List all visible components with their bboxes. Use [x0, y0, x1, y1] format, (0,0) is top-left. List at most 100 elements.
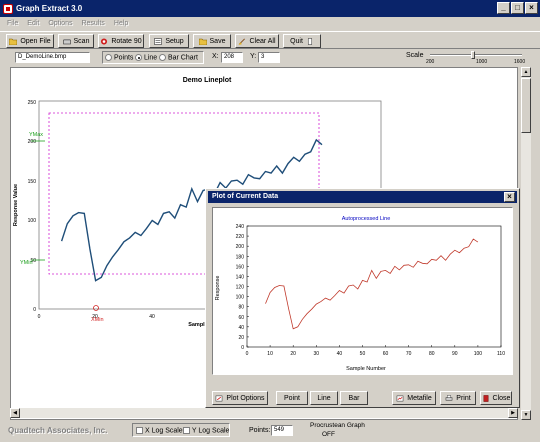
- dialog-ytick: 20: [238, 335, 244, 341]
- bar-button[interactable]: Bar: [340, 391, 368, 405]
- mode-line-option[interactable]: Line: [135, 54, 157, 61]
- ylog-option[interactable]: Y Log Scale: [183, 427, 229, 434]
- main-xtick: 40: [149, 314, 155, 320]
- dialog-xtick: 80: [429, 351, 435, 357]
- log-scale-group: X Log Scale Y Log Scale: [132, 423, 230, 437]
- xmin-marker[interactable]: [93, 305, 99, 311]
- dialog-ytick: 0: [241, 345, 244, 351]
- plot-options-button[interactable]: Plot Options: [212, 391, 268, 405]
- plot-options-label: Plot Options: [226, 394, 265, 402]
- points-radio[interactable]: [105, 54, 112, 61]
- scroll-up-icon[interactable]: ▲: [521, 67, 531, 77]
- ylog-label: Y Log Scale: [191, 427, 230, 435]
- dialog-ytick: 180: [236, 254, 245, 260]
- company-name: Quadtech Associates, Inc.: [8, 426, 108, 435]
- vertical-scrollbar[interactable]: ▲ ▼: [521, 67, 531, 420]
- dialog-xlabel: Sample Number: [346, 366, 386, 372]
- x-coord-field[interactable]: 208: [221, 52, 243, 63]
- ymin-label: YMin: [20, 260, 33, 266]
- ymax-label: YMax: [29, 132, 43, 138]
- y-coord-field[interactable]: 3: [258, 52, 280, 63]
- dialog-axes: 0 20 40 60 80 100 120 140 160 180 200 220 240 0 10 20 30…: [236, 224, 506, 357]
- menu-file[interactable]: File: [7, 20, 18, 27]
- line-label: Line: [143, 54, 158, 62]
- ylog-checkbox[interactable]: [183, 427, 190, 434]
- main-ytick: 150: [28, 179, 37, 185]
- dialog-ytick: 160: [236, 264, 245, 270]
- dialog-xtick: 40: [337, 351, 343, 357]
- minimize-button[interactable]: _: [497, 2, 510, 14]
- xlog-option[interactable]: X Log Scale: [136, 427, 183, 434]
- exit-door-icon: [483, 394, 488, 402]
- folder-open-icon: [198, 38, 207, 45]
- print-button[interactable]: Print: [440, 391, 476, 405]
- procrustean-label: Procrustean Graph: [310, 422, 365, 429]
- menu-options[interactable]: Options: [48, 20, 72, 27]
- x-coord-label: X:: [212, 53, 219, 60]
- mode-bar-option[interactable]: Bar Chart: [159, 54, 198, 61]
- bar-radio[interactable]: [159, 54, 166, 61]
- settings-icon: [216, 395, 223, 401]
- rotate-button[interactable]: Rotate 90: [98, 34, 144, 48]
- vertical-scroll-thumb[interactable]: [521, 78, 531, 133]
- scroll-down-icon[interactable]: ▼: [521, 410, 531, 420]
- dialog-title-bar[interactable]: Plot of Current Data ×: [208, 191, 517, 203]
- line-button[interactable]: Line: [310, 391, 338, 405]
- main-ytick: 200: [28, 139, 37, 145]
- scale-tick-min: 200: [426, 59, 435, 65]
- scan-label: Scan: [73, 37, 90, 45]
- main-chart-title: Demo Lineplot: [183, 77, 232, 84]
- quit-label: Quit: [290, 37, 303, 45]
- dialog-close-icon[interactable]: ×: [504, 192, 515, 202]
- scale-slider-thumb[interactable]: [471, 51, 475, 59]
- save-button[interactable]: Save: [193, 34, 231, 48]
- main-xtick: 0: [38, 314, 41, 320]
- title-bar[interactable]: Graph Extract 3.0 _ □ ×: [0, 0, 540, 17]
- dialog-ytick: 220: [236, 234, 245, 240]
- quit-button[interactable]: Quit: [283, 34, 321, 48]
- open-file-button[interactable]: Open File: [6, 34, 54, 48]
- xlog-label: X Log Scale: [144, 427, 183, 435]
- metafile-button[interactable]: Metafile: [392, 391, 436, 405]
- plot-dialog: Plot of Current Data × Autoprocessed Lin…: [205, 188, 520, 408]
- mode-points-option[interactable]: Points: [105, 54, 133, 61]
- dialog-ytick: 40: [238, 325, 244, 331]
- line-radio[interactable]: [135, 54, 142, 61]
- clear-all-button[interactable]: Clear All: [235, 34, 279, 48]
- dialog-xtick: 10: [267, 351, 273, 357]
- dialog-close-button[interactable]: Close: [480, 391, 512, 405]
- maximize-button[interactable]: □: [511, 2, 524, 14]
- close-button[interactable]: ×: [525, 2, 538, 14]
- dialog-plot-area: Autoprocessed Line Response Sample Numbe…: [212, 207, 513, 375]
- filename-field[interactable]: D_DemoLine.bmp: [15, 52, 90, 63]
- xmin-label: XMin: [91, 317, 104, 323]
- dialog-chart: Autoprocessed Line Response Sample Numbe…: [215, 216, 506, 372]
- dialog-ytick: 100: [236, 295, 245, 301]
- dialog-xtick: 110: [497, 351, 505, 357]
- scale-label: Scale: [406, 52, 424, 59]
- scale-slider-track[interactable]: [430, 54, 522, 56]
- menu-help[interactable]: Help: [114, 20, 128, 27]
- scroll-left-icon[interactable]: ◀: [10, 408, 20, 418]
- plot-mode-group: Points Line Bar Chart: [102, 51, 204, 64]
- dialog-series-line: [265, 238, 479, 330]
- status-bar: Quadtech Associates, Inc. X Log Scale Y …: [0, 420, 540, 442]
- horizontal-scrollbar[interactable]: ◀ ▶: [10, 408, 518, 418]
- folder-icon: [9, 38, 18, 45]
- menu-edit[interactable]: Edit: [27, 20, 39, 27]
- dialog-xtick: 20: [290, 351, 296, 357]
- xlog-checkbox[interactable]: [136, 427, 143, 434]
- procrustean-status: OFF: [322, 431, 335, 438]
- menu-bar: File Edit Options Results Help: [0, 17, 540, 30]
- menu-results[interactable]: Results: [81, 20, 104, 27]
- setup-button[interactable]: Setup: [149, 34, 189, 48]
- dialog-ylabel: Response: [215, 276, 221, 301]
- scroll-right-icon[interactable]: ▶: [508, 408, 518, 418]
- points-count-field: 549: [271, 425, 293, 436]
- options-row: D_DemoLine.bmp Points Line Bar Chart X: …: [0, 50, 540, 66]
- scan-button[interactable]: Scan: [58, 34, 94, 48]
- point-button[interactable]: Point: [276, 391, 308, 405]
- save-label: Save: [209, 37, 226, 45]
- scanner-icon: [62, 38, 71, 44]
- dialog-plot-frame: [246, 225, 502, 348]
